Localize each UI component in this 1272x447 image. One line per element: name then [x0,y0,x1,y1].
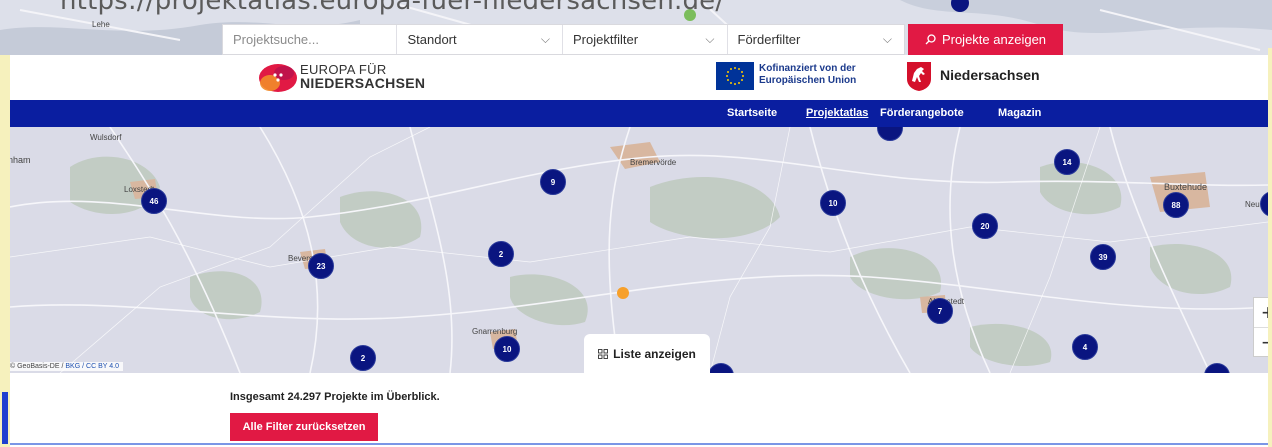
search-bar: Projektsuche... Standort ⌵ Projektfilter… [222,24,905,55]
chevron-down-icon: ⌵ [882,32,892,46]
place-label: Gnarrenburg [472,327,518,336]
place-label: Wulsdorf [90,133,122,142]
eu-cofinance-line2: Europäischen Union [759,75,857,86]
left-frame-strip [0,55,10,447]
project-map[interactable]: Wulsdorf nham Loxstedt Bremervörde Buxte… [10,127,1268,373]
map-cluster-marker[interactable]: 46 [141,188,167,214]
map-cluster-marker[interactable]: 14 [1054,149,1080,175]
right-frame-strip [1268,48,1272,447]
projekte-anzeigen-button[interactable]: Projekte anzeigen [908,24,1063,55]
map-cluster-marker[interactable]: 2 [350,345,376,371]
map-cluster-marker[interactable]: 9 [540,169,566,195]
results-summary: Insgesamt 24.297 Projekte im Überblick. … [10,373,1268,443]
site-header: EUROPA FÜR NIEDERSACHSEN Kofinanziert vo… [10,55,1268,100]
liste-anzeigen-label: Liste anzeigen [613,346,696,361]
map-attribution: © GeoBasis-DE / BKG / CC BY 4.0 [10,362,123,371]
projekte-anzeigen-label: Projekte anzeigen [941,32,1047,47]
map-cluster-marker[interactable]: 10 [494,336,520,362]
nav-item-startseite[interactable]: Startseite [727,107,777,119]
search-input[interactable]: Projektsuche... [223,25,398,54]
nav-item-magazin[interactable]: Magazin [998,107,1041,119]
search-icon [925,34,936,45]
liste-anzeigen-button[interactable]: Liste anzeigen [584,334,710,373]
nav-item-projektatlas[interactable]: Projektatlas [806,107,868,119]
foerderfilter-label: Förderfilter [737,32,801,47]
zoom-in-button[interactable]: + [1254,298,1268,328]
foerderfilter-dropdown[interactable]: Förderfilter ⌵ [728,25,904,54]
europa-fuer-niedersachsen-logo[interactable] [258,61,298,93]
niedersachsen-label: Niedersachsen [940,67,1040,83]
eu-flag-icon [716,62,754,90]
zoom-control: + − [1253,297,1268,357]
grid-icon [598,348,609,359]
chevron-down-icon: ⌵ [540,32,550,46]
map-cluster-marker[interactable]: 88 [1163,192,1189,218]
standort-label: Standort [407,32,457,47]
page: Lehe https://projektatlas.europa-fuer-ni… [0,0,1272,447]
map-cluster-marker[interactable]: 7 [927,298,953,324]
niedersachsen-horse-icon[interactable] [906,61,932,91]
projektfilter-label: Projektfilter [573,32,639,47]
place-label: Buxtehude [1164,182,1208,192]
bkg-link[interactable]: BKG [65,363,80,370]
chevron-down-icon: ⌵ [705,32,715,46]
map-cluster-marker[interactable]: 4 [1072,334,1098,360]
map-cluster-marker[interactable]: 10 [820,190,846,216]
standort-dropdown[interactable]: Standort ⌵ [397,25,563,54]
place-label: Bremervörde [630,158,677,167]
map-location-marker[interactable] [617,287,629,299]
eu-cofinance-line1: Kofinanziert von der [759,63,856,74]
map-cluster-marker[interactable]: 2 [488,241,514,267]
map-cluster-marker[interactable]: 20 [972,213,998,239]
project-total-text: Insgesamt 24.297 Projekte im Überblick. [230,391,440,403]
url-overlay: https://projektatlas.europa-fuer-nieders… [60,0,725,16]
license-link[interactable]: CC BY 4.0 [86,363,119,370]
map-cluster-marker[interactable]: 39 [1090,244,1116,270]
nav-item-foerderangebote[interactable]: Förderangebote [880,107,964,119]
bottom-frame-line [10,443,1268,445]
map-cluster-marker[interactable]: 23 [308,253,334,279]
place-label: nham [10,155,31,165]
main-nav: Startseite Projektatlas Förderangebote M… [10,100,1268,127]
logo-text-line2: NIEDERSACHSEN [300,75,426,91]
place-label: Lehe [92,20,110,29]
projektfilter-dropdown[interactable]: Projektfilter ⌵ [563,25,728,54]
reset-filters-button[interactable]: Alle Filter zurücksetzen [230,413,378,441]
zoom-out-button[interactable]: − [1254,328,1268,358]
